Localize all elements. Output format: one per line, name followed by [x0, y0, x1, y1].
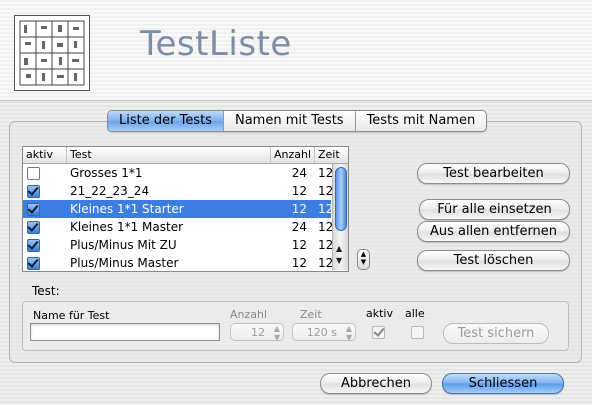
row-test-name: Kleines 1*1 Starter — [70, 202, 184, 216]
row-aktiv-checkbox[interactable] — [27, 167, 40, 180]
row-anzahl: 12 — [291, 238, 307, 252]
stepper-up-icon[interactable]: ▲ — [358, 250, 369, 258]
column-header-test[interactable]: Test — [67, 147, 271, 163]
popup-arrows-icon: ▲ ▼ — [345, 324, 352, 342]
row-anzahl: 12 — [291, 202, 307, 216]
scrollbar-thumb[interactable] — [335, 167, 347, 231]
scroll-up-icon[interactable]: ▲ — [336, 244, 342, 253]
row-anzahl: 24 — [291, 220, 307, 234]
stepper-down-icon[interactable]: ▼ — [358, 258, 369, 266]
column-header-aktiv[interactable]: aktiv — [23, 147, 67, 163]
cancel-button[interactable]: Abbrechen — [320, 373, 432, 394]
app-title: TestListe — [140, 24, 292, 64]
test-section-label: Test: — [32, 284, 60, 298]
tab-liste-der-tests[interactable]: Liste der Tests — [108, 111, 224, 131]
table-row[interactable]: Kleines 1*1 Master 24 120 — [23, 218, 341, 236]
scroll-down-icon[interactable]: ▼ — [336, 256, 342, 265]
row-anzahl: 24 — [291, 166, 307, 180]
table-header: aktiv Test Anzahl Zeit — [23, 147, 348, 164]
tab-bar: Liste der Tests Namen mit Tests Tests mi… — [107, 110, 488, 132]
alle-label: alle — [405, 307, 425, 320]
test-name-input[interactable] — [30, 323, 220, 341]
row-test-name: Plus/Minus Master — [70, 256, 179, 270]
save-test-button[interactable]: Test sichern — [443, 323, 549, 344]
zeit-value: 120 s — [306, 326, 337, 339]
anzahl-value: 12 — [251, 326, 265, 339]
popup-arrows-icon: ▲ ▼ — [273, 324, 280, 342]
row-aktiv-checkbox[interactable] — [27, 221, 40, 234]
app-logo — [14, 15, 90, 91]
tab-tests-mit-namen[interactable]: Tests mit Namen — [356, 111, 487, 131]
table-row[interactable]: Plus/Minus Mit ZU 12 120 — [23, 236, 341, 254]
table-row[interactable]: 21_22_23_24 12 120 — [23, 182, 341, 200]
name-label: Name für Test — [33, 309, 110, 322]
table-scrollbar[interactable]: ▲ ▼ — [332, 164, 348, 270]
column-header-zeit[interactable]: Zeit — [315, 147, 348, 163]
table-row[interactable]: Kleines 1*1 Starter 12 120 — [23, 200, 341, 218]
alle-checkbox[interactable] — [411, 326, 424, 339]
row-anzahl: 12 — [291, 184, 307, 198]
remove-all-button[interactable]: Aus allen entfernen — [417, 221, 570, 242]
row-test-name: Plus/Minus Mit ZU — [70, 238, 177, 252]
row-test-name: Kleines 1*1 Master — [70, 220, 184, 234]
aktiv-checkbox[interactable] — [372, 326, 385, 339]
zeit-label: Zeit — [300, 308, 322, 321]
anzahl-label: Anzahl — [230, 308, 268, 321]
row-aktiv-checkbox[interactable] — [27, 203, 40, 216]
table-row[interactable]: Grosses 1*1 24 120 — [23, 164, 341, 182]
insert-all-button[interactable]: Für alle einsetzen — [419, 199, 570, 220]
row-anzahl: 12 — [291, 256, 307, 270]
row-test-name: 21_22_23_24 — [70, 184, 150, 198]
row-aktiv-checkbox[interactable] — [27, 185, 40, 198]
anzahl-popup[interactable]: 12 ▲ ▼ — [230, 323, 284, 342]
tests-table[interactable]: aktiv Test Anzahl Zeit Grosses 1*1 24 120 2… — [22, 146, 349, 272]
row-aktiv-checkbox[interactable] — [27, 257, 40, 270]
row-test-name: Grosses 1*1 — [70, 166, 143, 180]
close-button[interactable]: Schliessen — [442, 373, 564, 394]
table-row[interactable]: Plus/Minus Master 12 120 — [23, 254, 341, 271]
tab-namen-mit-tests[interactable]: Namen mit Tests — [224, 111, 356, 131]
column-header-anzahl[interactable]: Anzahl — [271, 147, 315, 163]
aktiv-label: aktiv — [366, 307, 393, 320]
zeit-popup[interactable]: 120 s ▲ ▼ — [292, 323, 356, 342]
delete-test-button[interactable]: Test löschen — [417, 250, 570, 271]
edit-test-button[interactable]: Test bearbeiten — [417, 163, 570, 184]
row-aktiv-checkbox[interactable] — [27, 239, 40, 252]
reorder-stepper[interactable]: ▲ ▼ — [357, 249, 370, 270]
